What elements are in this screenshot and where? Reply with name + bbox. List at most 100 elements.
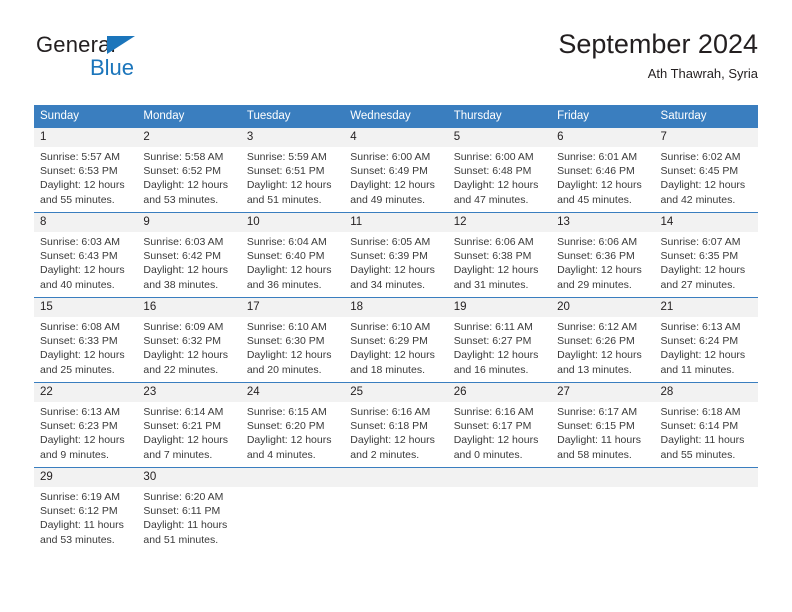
sunset-text: Sunset: 6:33 PM — [40, 335, 118, 348]
day-cell[interactable]: 20 Sunrise: 6:12 AM Sunset: 6:26 PM Dayligh… — [551, 297, 655, 383]
sunrise-text: Sunrise: 6:02 AM — [660, 151, 741, 163]
day-details — [241, 487, 344, 490]
day-cell[interactable]: 25 Sunrise: 6:16 AM Sunset: 6:18 PM Dayligh… — [344, 382, 448, 468]
day-cell[interactable]: 17 Sunrise: 6:10 AM Sunset: 6:30 PM Dayligh… — [240, 297, 345, 383]
day-cell[interactable]: 4 Sunrise: 6:00 AM Sunset: 6:49 PM Daylight… — [344, 128, 448, 213]
day-cell[interactable]: 15 Sunrise: 6:08 AM Sunset: 6:33 PM Dayligh… — [34, 297, 138, 383]
day-number: 13 — [551, 213, 655, 232]
sunset-text: Sunset: 6:38 PM — [453, 250, 532, 263]
daylight-text-line2: and 0 minutes. — [453, 448, 523, 461]
day-cell-empty — [344, 467, 448, 552]
day-cell[interactable]: 19 Sunrise: 6:11 AM Sunset: 6:27 PM Dayligh… — [447, 297, 552, 383]
day-number: 29 — [34, 468, 138, 487]
day-details: Sunrise: 6:20 AM Sunset: 6:11 PM Daylight:… — [137, 487, 240, 547]
day-cell[interactable]: 16 Sunrise: 6:09 AM Sunset: 6:32 PM Dayligh… — [137, 297, 241, 383]
day-cell[interactable]: 10 Sunrise: 6:04 AM Sunset: 6:40 PM Dayligh… — [240, 212, 345, 298]
sunrise-text: Sunrise: 6:16 AM — [350, 406, 431, 418]
sunrise-text: Sunrise: 6:00 AM — [350, 151, 431, 163]
daylight-text-line2: and 47 minutes. — [453, 193, 529, 206]
day-number: 20 — [551, 298, 655, 317]
day-cell[interactable]: 3 Sunrise: 5:59 AM Sunset: 6:51 PM Daylight… — [240, 128, 345, 213]
daylight-text-line1: Daylight: 11 hours — [557, 434, 641, 447]
daylight-text-line2: and 18 minutes. — [350, 363, 425, 376]
sunrise-text: Sunrise: 5:58 AM — [143, 151, 224, 163]
day-cell[interactable]: 2 Sunrise: 5:58 AM Sunset: 6:52 PM Daylight… — [137, 128, 241, 213]
sunrise-text: Sunrise: 6:13 AM — [660, 321, 741, 333]
sunrise-text: Sunrise: 6:09 AM — [143, 321, 224, 333]
sunset-text: Sunset: 6:29 PM — [350, 335, 428, 348]
daylight-text-line2: and 49 minutes. — [350, 193, 425, 206]
day-cell[interactable]: 30 Sunrise: 6:20 AM Sunset: 6:11 PM Dayligh… — [137, 467, 241, 552]
sunrise-text: Sunrise: 6:08 AM — [40, 321, 120, 333]
general-blue-logo[interactable]: General Blue — [36, 32, 216, 88]
day-number: 22 — [34, 383, 138, 402]
day-details: Sunrise: 6:14 AM Sunset: 6:21 PM Daylight:… — [137, 402, 240, 462]
day-cell[interactable]: 5 Sunrise: 6:00 AM Sunset: 6:48 PM Daylight… — [447, 128, 552, 213]
sunset-text: Sunset: 6:35 PM — [660, 250, 739, 263]
day-cell[interactable]: 28 Sunrise: 6:18 AM Sunset: 6:14 PM Dayligh… — [654, 382, 758, 468]
sunrise-text: Sunrise: 6:10 AM — [246, 321, 327, 333]
sunrise-text: Sunrise: 6:04 AM — [246, 236, 327, 248]
sunset-text: Sunset: 6:21 PM — [143, 420, 222, 433]
day-details — [448, 487, 551, 490]
location-subtitle: Ath Thawrah, Syria — [647, 66, 758, 81]
day-cell[interactable]: 23 Sunrise: 6:14 AM Sunset: 6:21 PM Dayligh… — [137, 382, 241, 468]
sunrise-text: Sunrise: 6:11 AM — [453, 321, 533, 333]
day-number: 16 — [137, 298, 241, 317]
sunset-text: Sunset: 6:53 PM — [40, 165, 118, 178]
day-number: 21 — [654, 298, 758, 317]
sunrise-text: Sunrise: 6:16 AM — [453, 406, 534, 418]
day-cell[interactable]: 13 Sunrise: 6:06 AM Sunset: 6:36 PM Dayligh… — [551, 212, 655, 298]
daylight-text-line1: Daylight: 12 hours — [40, 434, 125, 447]
title-block: September 2024 Ath Thawrah, Syria — [558, 28, 758, 83]
daylight-text-line1: Daylight: 12 hours — [40, 264, 125, 277]
day-cell[interactable]: 22 Sunrise: 6:13 AM Sunset: 6:23 PM Dayligh… — [34, 382, 138, 468]
sunrise-text: Sunrise: 5:57 AM — [40, 151, 120, 163]
day-cell[interactable]: 26 Sunrise: 6:16 AM Sunset: 6:17 PM Dayligh… — [447, 382, 552, 468]
day-cell[interactable]: 29 Sunrise: 6:19 AM Sunset: 6:12 PM Dayligh… — [34, 467, 138, 552]
day-cell[interactable]: 6 Sunrise: 6:01 AM Sunset: 6:46 PM Daylight… — [551, 128, 655, 213]
day-details: Sunrise: 5:57 AM Sunset: 6:53 PM Daylight:… — [34, 147, 137, 207]
day-cell[interactable]: 14 Sunrise: 6:07 AM Sunset: 6:35 PM Dayligh… — [654, 212, 758, 298]
calendar-header-row: Sunday Monday Tuesday Wednesday Thursday… — [34, 105, 758, 128]
day-number: 1 — [34, 128, 138, 147]
day-cell[interactable]: 27 Sunrise: 6:17 AM Sunset: 6:15 PM Dayligh… — [551, 382, 655, 468]
day-details: Sunrise: 6:04 AM Sunset: 6:40 PM Daylight:… — [241, 232, 344, 292]
day-number: 24 — [240, 383, 345, 402]
daylight-text-line2: and 38 minutes. — [143, 278, 219, 291]
day-cell[interactable]: 24 Sunrise: 6:15 AM Sunset: 6:20 PM Dayligh… — [240, 382, 345, 468]
day-cell[interactable]: 12 Sunrise: 6:06 AM Sunset: 6:38 PM Dayligh… — [447, 212, 552, 298]
daylight-text-line2: and 13 minutes. — [557, 363, 632, 376]
day-cell[interactable]: 9 Sunrise: 6:03 AM Sunset: 6:42 PM Daylight… — [137, 212, 241, 298]
weekday-header-wednesday: Wednesday — [344, 105, 448, 128]
daylight-text-line1: Daylight: 12 hours — [143, 179, 229, 192]
day-cell[interactable]: 1 Sunrise: 5:57 AM Sunset: 6:53 PM Daylight… — [34, 128, 138, 213]
day-cell[interactable]: 18 Sunrise: 6:10 AM Sunset: 6:29 PM Dayligh… — [344, 297, 448, 383]
day-number: 8 — [34, 213, 138, 232]
day-cell[interactable]: 7 Sunrise: 6:02 AM Sunset: 6:45 PM Daylight… — [654, 128, 758, 213]
daylight-text-line1: Daylight: 12 hours — [246, 434, 332, 447]
daylight-text-line2: and 55 minutes. — [40, 193, 115, 206]
day-cell[interactable]: 11 Sunrise: 6:05 AM Sunset: 6:39 PM Dayligh… — [344, 212, 448, 298]
daylight-text-line1: Daylight: 12 hours — [143, 264, 229, 277]
day-number: 7 — [654, 128, 758, 147]
week-row: 29 Sunrise: 6:19 AM Sunset: 6:12 PM Dayligh… — [34, 467, 758, 552]
sunset-text: Sunset: 6:18 PM — [350, 420, 428, 433]
daylight-text-line2: and 31 minutes. — [453, 278, 529, 291]
sunrise-text: Sunrise: 6:15 AM — [246, 406, 327, 418]
day-number — [344, 468, 448, 487]
day-number: 25 — [344, 383, 448, 402]
day-details: Sunrise: 6:11 AM Sunset: 6:27 PM Daylight:… — [448, 317, 551, 377]
daylight-text-line2: and 58 minutes. — [557, 448, 632, 461]
day-cell[interactable]: 8 Sunrise: 6:03 AM Sunset: 6:43 PM Daylight… — [34, 212, 138, 298]
daylight-text-line2: and 53 minutes. — [40, 533, 115, 546]
day-number: 4 — [344, 128, 448, 147]
sunset-text: Sunset: 6:36 PM — [557, 250, 635, 263]
day-cell[interactable]: 21 Sunrise: 6:13 AM Sunset: 6:24 PM Dayligh… — [654, 297, 758, 383]
day-details: Sunrise: 6:01 AM Sunset: 6:46 PM Daylight:… — [551, 147, 654, 207]
sunrise-text: Sunrise: 6:01 AM — [557, 151, 638, 163]
daylight-text-line1: Daylight: 12 hours — [246, 349, 332, 362]
weekday-header-monday: Monday — [137, 105, 241, 128]
logo-text-blue: Blue — [90, 55, 135, 80]
day-number: 14 — [654, 213, 758, 232]
